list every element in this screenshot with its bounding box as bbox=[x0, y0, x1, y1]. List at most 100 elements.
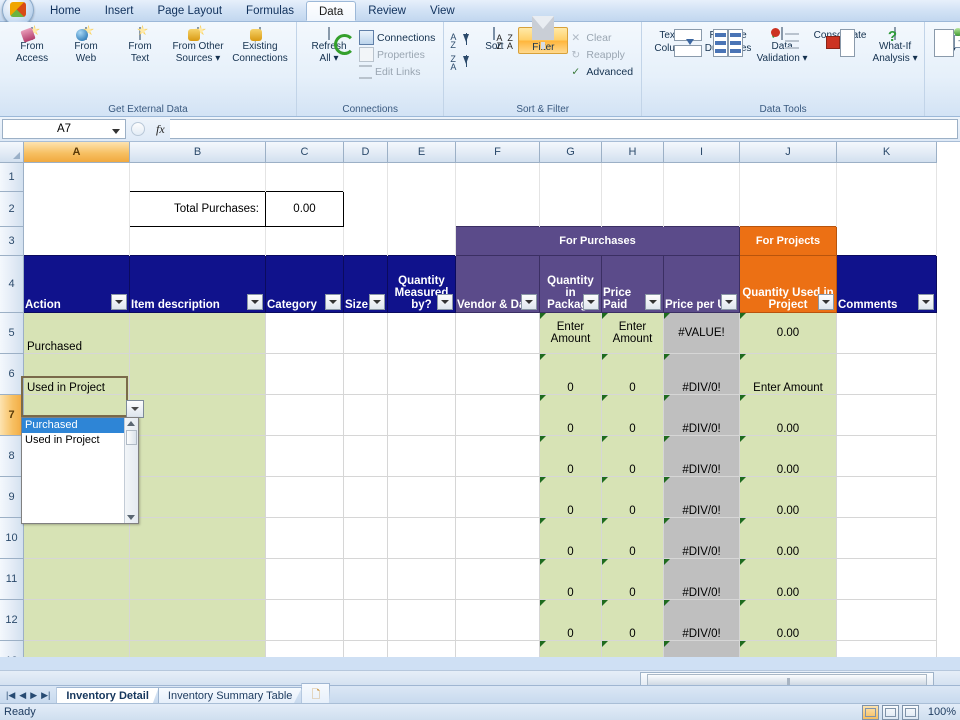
cell-g8-qty-in-package[interactable]: 0 bbox=[539, 435, 602, 477]
properties-button[interactable]: Properties bbox=[356, 46, 438, 63]
filter-dropdown-icon-category[interactable] bbox=[325, 294, 341, 310]
cell-h10-price-paid[interactable]: 0 bbox=[601, 517, 664, 559]
cell-e13-qty-measured[interactable] bbox=[387, 640, 456, 657]
sheet-tab-inventory-summary-table[interactable]: Inventory Summary Table bbox=[157, 686, 303, 704]
row-header-11[interactable]: 11 bbox=[0, 558, 24, 600]
sort-descending-icon[interactable]: ZA bbox=[449, 55, 470, 77]
row-header-13[interactable]: 13 bbox=[0, 640, 24, 657]
cell-a2[interactable] bbox=[23, 191, 130, 227]
cell-b9-item-description[interactable] bbox=[129, 476, 266, 518]
insert-function-icon[interactable]: fx bbox=[156, 122, 165, 137]
cell-d5-size[interactable] bbox=[343, 312, 388, 354]
cell-b7-item-description[interactable] bbox=[129, 394, 266, 436]
remove-duplicates-button[interactable]: Remove Duplicates bbox=[701, 27, 755, 57]
filter-dropdown-icon-price-per-unit[interactable] bbox=[721, 294, 737, 310]
cell-j13-qty-used[interactable]: 0.00 bbox=[739, 640, 837, 657]
filter-dropdown-icon-comments[interactable] bbox=[918, 294, 934, 310]
filter-dropdown-icon-vendor-date[interactable] bbox=[521, 294, 537, 310]
cell-h6-price-paid[interactable]: 0 bbox=[601, 353, 664, 395]
filter-dropdown-icon-qty-used[interactable] bbox=[818, 294, 834, 310]
row-header-5[interactable]: 5 bbox=[0, 312, 24, 354]
column-header-k[interactable]: K bbox=[836, 142, 937, 163]
cell-j11-qty-used[interactable]: 0.00 bbox=[739, 558, 837, 600]
select-all-corner[interactable] bbox=[0, 142, 24, 163]
header-cell-price-per-unit[interactable]: Price per Un bbox=[663, 255, 740, 313]
cell-j10-qty-used[interactable]: 0.00 bbox=[739, 517, 837, 559]
cell-e9-qty-measured[interactable] bbox=[387, 476, 456, 518]
cell-c11-category[interactable] bbox=[265, 558, 344, 600]
cell-k5-comments[interactable] bbox=[836, 312, 937, 354]
cell-a11-action[interactable] bbox=[23, 558, 130, 600]
cell-k8-comments[interactable] bbox=[836, 435, 937, 477]
column-header-f[interactable]: F bbox=[455, 142, 540, 163]
column-header-i[interactable]: I bbox=[663, 142, 740, 163]
cell-b5-item-description[interactable] bbox=[129, 312, 266, 354]
tab-insert[interactable]: Insert bbox=[93, 0, 146, 21]
cell-h9-price-paid[interactable]: 0 bbox=[601, 476, 664, 518]
filter-button[interactable]: Filter bbox=[518, 16, 569, 54]
what-if-analysis-button[interactable]: ? What-If Analysis ▾ bbox=[871, 27, 919, 65]
tab-formulas[interactable]: Formulas bbox=[234, 0, 306, 21]
cell-e10-qty-measured[interactable] bbox=[387, 517, 456, 559]
cell-j1[interactable] bbox=[739, 162, 837, 192]
row-header-8[interactable]: 8 bbox=[0, 435, 24, 477]
cell-k13-comments[interactable] bbox=[836, 640, 937, 657]
consolidate-button[interactable]: Consolidate bbox=[809, 27, 871, 57]
from-text-button[interactable]: From Text bbox=[113, 25, 167, 65]
cell-g9-qty-in-package[interactable]: 0 bbox=[539, 476, 602, 518]
advanced-filter-button[interactable]: ✓ Advanced bbox=[568, 63, 636, 80]
cell-b6-item-description[interactable] bbox=[129, 353, 266, 395]
last-sheet-icon[interactable]: ▶| bbox=[41, 690, 50, 701]
cancel-enter-icon[interactable] bbox=[131, 122, 146, 136]
cell-g13-qty-in-package[interactable]: 0 bbox=[539, 640, 602, 657]
cell-f9-vendor-date[interactable] bbox=[455, 476, 540, 518]
tab-data[interactable]: Data bbox=[305, 1, 357, 21]
data-validation-button[interactable]: ✓ Data Validation ▾ bbox=[755, 27, 809, 65]
cell-e8-qty-measured[interactable] bbox=[387, 435, 456, 477]
cell-b13-item-description[interactable] bbox=[129, 640, 266, 657]
row-header-3[interactable]: 3 bbox=[0, 226, 24, 256]
edit-links-button[interactable]: Edit Links bbox=[356, 63, 438, 80]
row-header-4[interactable]: 4 bbox=[0, 255, 24, 313]
cell-d12-size[interactable] bbox=[343, 599, 388, 641]
cell-f8-vendor-date[interactable] bbox=[455, 435, 540, 477]
refresh-all-button[interactable]: Refresh All ▾ bbox=[302, 27, 356, 65]
column-header-h[interactable]: H bbox=[601, 142, 664, 163]
cell-e12-qty-measured[interactable] bbox=[387, 599, 456, 641]
text-to-columns-button[interactable]: Text to Columns bbox=[647, 27, 703, 57]
cell-e6-qty-measured[interactable] bbox=[387, 353, 456, 395]
cell-f2[interactable] bbox=[455, 191, 540, 227]
cell-k1[interactable] bbox=[836, 162, 937, 192]
header-cell-size[interactable]: Size bbox=[343, 255, 388, 313]
cell-a3[interactable] bbox=[23, 226, 130, 256]
cell-i11-price-per-unit[interactable]: #DIV/0! bbox=[663, 558, 740, 600]
row-header-12[interactable]: 12 bbox=[0, 599, 24, 641]
cell-j8-qty-used[interactable]: 0.00 bbox=[739, 435, 837, 477]
cell-a5-action[interactable]: Purchased bbox=[23, 312, 130, 354]
filter-dropdown-icon-qty-measured[interactable] bbox=[437, 294, 453, 310]
cell-g2[interactable] bbox=[539, 191, 602, 227]
column-header-e[interactable]: E bbox=[387, 142, 456, 163]
cell-h2[interactable] bbox=[601, 191, 664, 227]
cell-f1[interactable] bbox=[455, 162, 540, 192]
data-validation-dropdown-list[interactable]: Purchased Used in Project bbox=[21, 417, 139, 524]
header-cell-quantity-used-in-project[interactable]: Quantity Used in Project bbox=[739, 255, 837, 313]
cell-h13-price-paid[interactable]: 0 bbox=[601, 640, 664, 657]
cell-i13-price-per-unit[interactable]: #DIV/0! bbox=[663, 640, 740, 657]
cell-b2-total-purchases-label[interactable]: Total Purchases: bbox=[129, 191, 266, 227]
filter-dropdown-icon-qty-in-package[interactable] bbox=[583, 294, 599, 310]
cell-k12-comments[interactable] bbox=[836, 599, 937, 641]
header-cell-category[interactable]: Category bbox=[265, 255, 344, 313]
dropdown-scrollbar[interactable] bbox=[124, 418, 138, 523]
name-box[interactable]: A7 bbox=[2, 119, 126, 139]
cell-i7-price-per-unit[interactable]: #DIV/0! bbox=[663, 394, 740, 436]
cell-d8-size[interactable] bbox=[343, 435, 388, 477]
cell-c7-category[interactable] bbox=[265, 394, 344, 436]
page-break-preview-icon[interactable] bbox=[901, 704, 919, 720]
reapply-filter-button[interactable]: ↻ Reapply bbox=[568, 46, 636, 63]
cell-i6-price-per-unit[interactable]: #DIV/0! bbox=[663, 353, 740, 395]
normal-view-icon[interactable] bbox=[861, 704, 879, 720]
column-header-c[interactable]: C bbox=[265, 142, 344, 163]
cell-b10-item-description[interactable] bbox=[129, 517, 266, 559]
cell-i8-price-per-unit[interactable]: #DIV/0! bbox=[663, 435, 740, 477]
